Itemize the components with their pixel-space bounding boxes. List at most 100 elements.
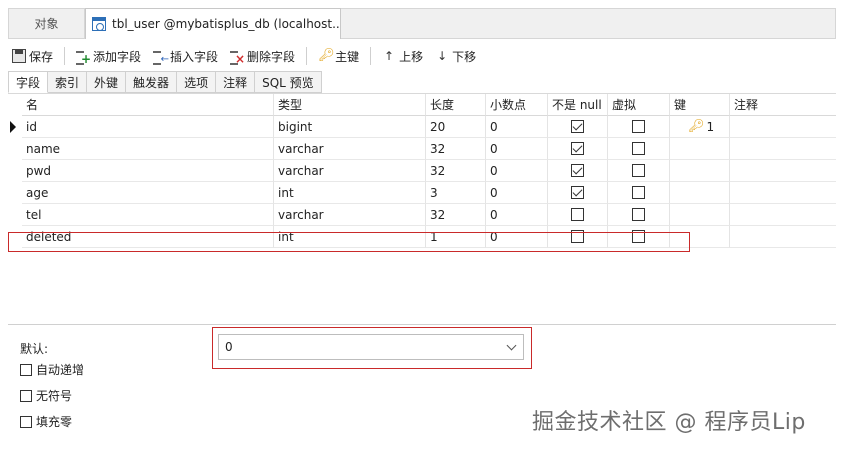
field-comment-cell[interactable] (730, 138, 836, 160)
add-field-button[interactable]: 添加字段 (72, 44, 145, 68)
tab-foreign-keys[interactable]: 外键 (87, 71, 127, 93)
tab-comment[interactable]: 注释 (216, 71, 256, 93)
not-null-checkbox[interactable] (571, 230, 584, 243)
field-name-cell[interactable]: pwd (22, 160, 274, 182)
column-header-length[interactable]: 长度 (426, 94, 486, 116)
column-header-type[interactable]: 类型 (274, 94, 426, 116)
field-decimals-cell[interactable]: 0 (486, 204, 548, 226)
field-name-cell[interactable]: deleted (22, 226, 274, 248)
table-row[interactable]: pwd varchar 32 0 (8, 160, 836, 182)
field-comment-cell[interactable] (730, 226, 836, 248)
field-length-cell[interactable]: 3 (426, 182, 486, 204)
field-type-cell[interactable]: bigint (274, 116, 426, 138)
key-icon: 🔑︎ (318, 48, 335, 63)
key-cell[interactable] (670, 204, 730, 226)
field-type-cell[interactable]: varchar (274, 138, 426, 160)
table-row[interactable]: age int 3 0 (8, 182, 836, 204)
field-decimals-cell[interactable]: 0 (486, 116, 548, 138)
tab-options[interactable]: 选项 (177, 71, 217, 93)
delete-field-button[interactable]: 删除字段 (226, 44, 299, 68)
column-header-name[interactable]: 名 (22, 94, 274, 116)
not-null-cell[interactable] (548, 116, 608, 138)
virtual-checkbox[interactable] (632, 120, 645, 133)
table-row[interactable]: name varchar 32 0 (8, 138, 836, 160)
key-cell[interactable] (670, 138, 730, 160)
key-icon: 🔑︎ (688, 119, 705, 134)
field-type-cell[interactable]: int (274, 226, 426, 248)
field-comment-cell[interactable] (730, 116, 836, 138)
virtual-cell[interactable] (608, 182, 670, 204)
field-comment-cell[interactable] (730, 204, 836, 226)
not-null-checkbox[interactable] (571, 164, 584, 177)
column-header-decimals[interactable]: 小数点 (486, 94, 548, 116)
field-type-cell[interactable]: varchar (274, 204, 426, 226)
not-null-cell[interactable] (548, 138, 608, 160)
tab-indexes[interactable]: 索引 (48, 71, 88, 93)
tab-fields[interactable]: 字段 (8, 71, 49, 93)
field-name-cell[interactable]: age (22, 182, 274, 204)
column-header-comment[interactable]: 注释 (730, 94, 836, 116)
not-null-cell[interactable] (548, 182, 608, 204)
field-decimals-cell[interactable]: 0 (486, 160, 548, 182)
field-name-cell[interactable]: tel (22, 204, 274, 226)
not-null-cell[interactable] (548, 204, 608, 226)
virtual-cell[interactable] (608, 226, 670, 248)
table-row[interactable]: deleted int 1 0 (8, 226, 836, 248)
not-null-checkbox[interactable] (571, 208, 584, 221)
save-button[interactable]: 保存 (8, 44, 57, 68)
zerofill-option[interactable]: 填充零 (20, 413, 72, 430)
virtual-cell[interactable] (608, 204, 670, 226)
column-header-key[interactable]: 键 (670, 94, 730, 116)
virtual-cell[interactable] (608, 116, 670, 138)
field-length-cell[interactable]: 32 (426, 138, 486, 160)
field-decimals-cell[interactable]: 0 (486, 138, 548, 160)
field-length-cell[interactable]: 32 (426, 204, 486, 226)
virtual-checkbox[interactable] (632, 208, 645, 221)
virtual-cell[interactable] (608, 138, 670, 160)
field-length-cell[interactable]: 1 (426, 226, 486, 248)
chevron-down-icon[interactable] (506, 340, 517, 351)
field-length-cell[interactable]: 20 (426, 116, 486, 138)
virtual-checkbox[interactable] (632, 164, 645, 177)
tab-sql-preview[interactable]: SQL 预览 (255, 71, 322, 93)
field-decimals-cell[interactable]: 0 (486, 226, 548, 248)
column-header-virtual[interactable]: 虚拟 (608, 94, 670, 116)
move-up-button[interactable]: ↑ 上移 (378, 44, 427, 68)
field-length-cell[interactable]: 32 (426, 160, 486, 182)
default-value-select[interactable]: 0 (218, 334, 524, 360)
tab-tbl-user[interactable]: tbl_user @mybatisplus_db (localhost... (85, 8, 341, 39)
unsigned-checkbox[interactable] (20, 389, 32, 402)
virtual-cell[interactable] (608, 160, 670, 182)
tab-objects[interactable]: 对象 (9, 9, 85, 38)
key-cell[interactable]: 🔑︎ 1 (670, 116, 730, 138)
not-null-cell[interactable] (548, 226, 608, 248)
field-name-cell[interactable]: name (22, 138, 274, 160)
move-down-button[interactable]: ↓ 下移 (431, 44, 480, 68)
insert-field-button[interactable]: 插入字段 (149, 44, 222, 68)
virtual-checkbox[interactable] (632, 186, 645, 199)
tab-triggers[interactable]: 触发器 (126, 71, 178, 93)
not-null-checkbox[interactable] (571, 142, 584, 155)
auto-increment-checkbox[interactable] (20, 363, 32, 376)
zerofill-checkbox[interactable] (20, 415, 32, 428)
virtual-checkbox[interactable] (632, 230, 645, 243)
key-cell[interactable] (670, 226, 730, 248)
field-decimals-cell[interactable]: 0 (486, 182, 548, 204)
auto-increment-option[interactable]: 自动递增 (20, 361, 84, 378)
not-null-checkbox[interactable] (571, 186, 584, 199)
field-comment-cell[interactable] (730, 160, 836, 182)
field-name-cell[interactable]: id (22, 116, 274, 138)
not-null-checkbox[interactable] (571, 120, 584, 133)
unsigned-option[interactable]: 无符号 (20, 387, 72, 404)
primary-key-button[interactable]: 🔑︎ 主键 (314, 44, 363, 68)
not-null-cell[interactable] (548, 160, 608, 182)
column-header-not-null[interactable]: 不是 null (548, 94, 608, 116)
field-comment-cell[interactable] (730, 182, 836, 204)
key-cell[interactable] (670, 160, 730, 182)
field-type-cell[interactable]: int (274, 182, 426, 204)
virtual-checkbox[interactable] (632, 142, 645, 155)
table-row[interactable]: id bigint 20 0 🔑︎ 1 (8, 116, 836, 138)
key-cell[interactable] (670, 182, 730, 204)
field-type-cell[interactable]: varchar (274, 160, 426, 182)
table-row[interactable]: tel varchar 32 0 (8, 204, 836, 226)
